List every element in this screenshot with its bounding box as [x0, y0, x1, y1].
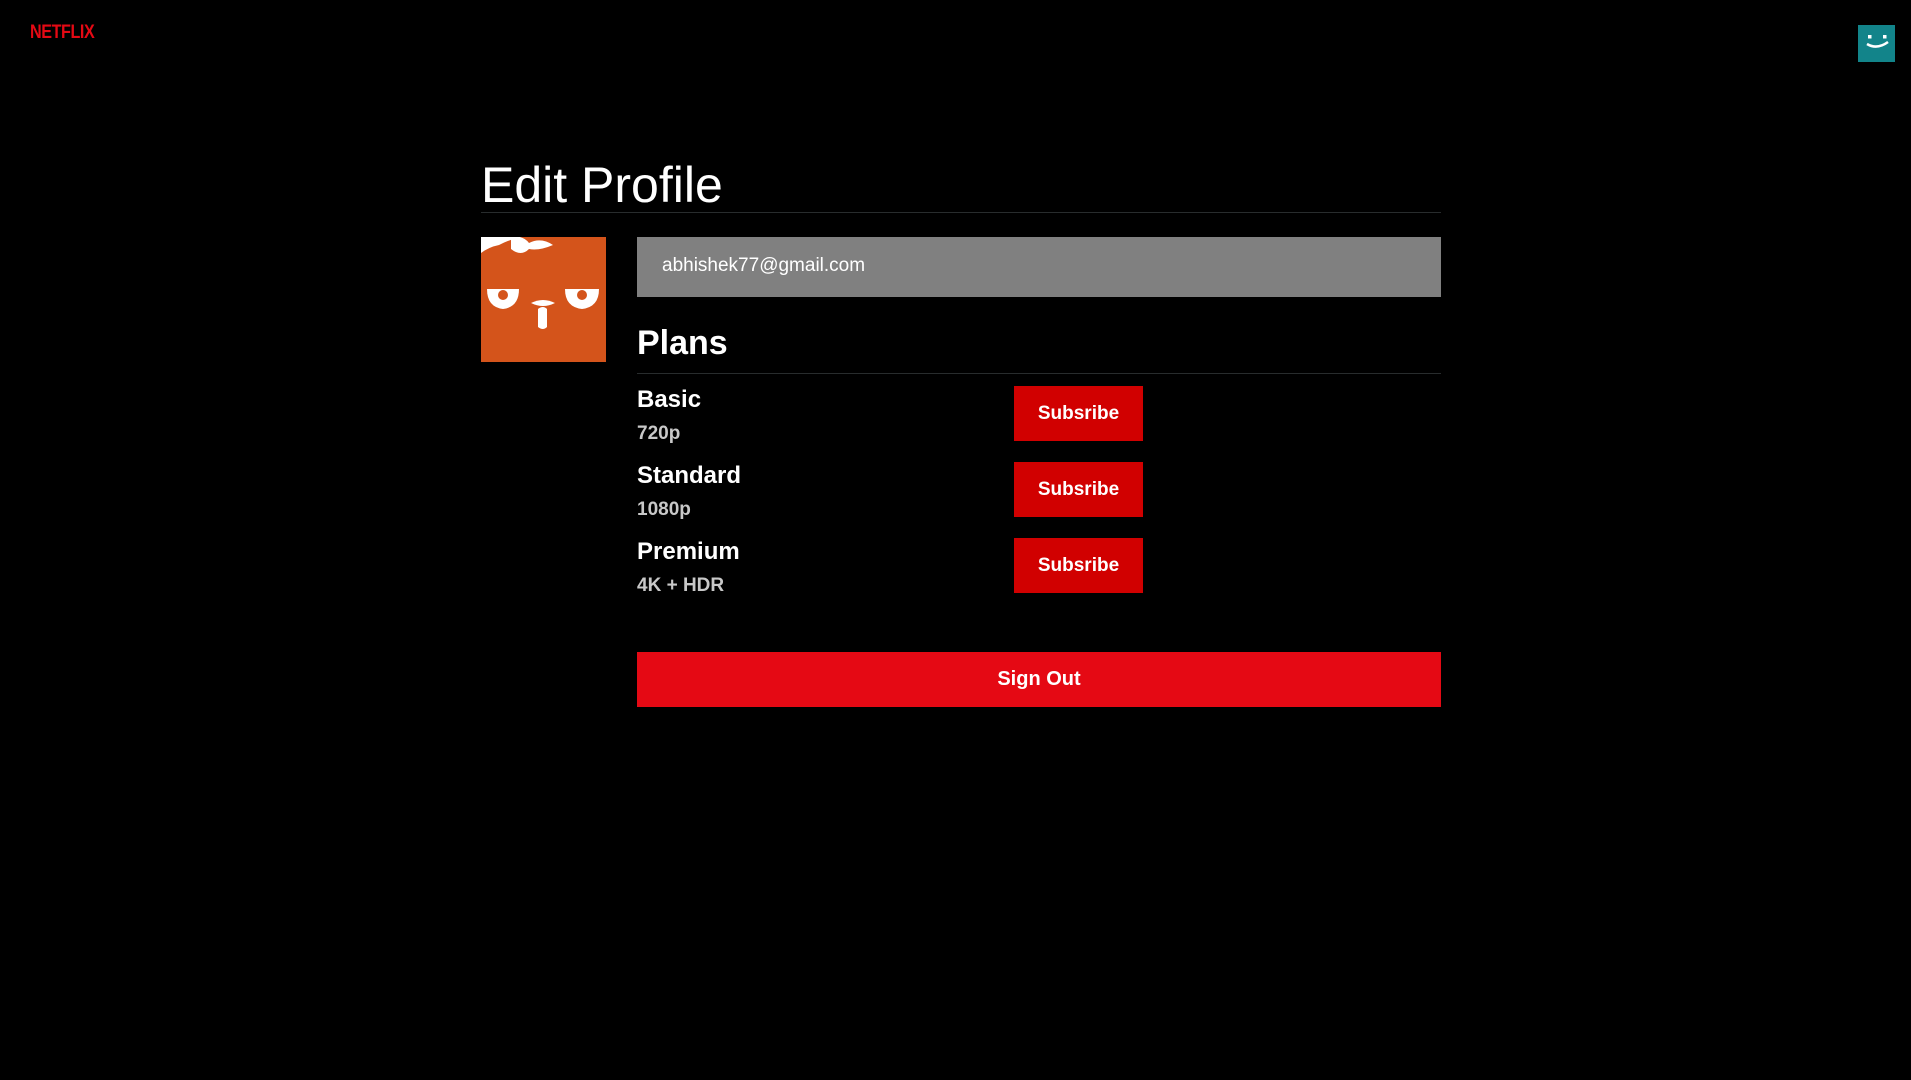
edit-profile-container: Edit Profile abhishek77@gmail.com Plans …: [481, 150, 1441, 707]
plan-name: Standard: [637, 462, 742, 489]
plans-heading: Plans: [637, 324, 728, 362]
plan-standard: Standard 1080p Subsribe: [637, 450, 1441, 526]
sign-out-button[interactable]: Sign Out: [637, 652, 1441, 707]
plan-premium: Premium 4K + HDR Subsribe: [637, 526, 1441, 602]
email-field: abhishek77@gmail.com: [637, 237, 1441, 297]
profile-body: abhishek77@gmail.com Plans Basic 720p Su…: [481, 236, 1441, 707]
plan-name: Basic: [637, 386, 702, 413]
plan-resolution: 1080p: [637, 499, 691, 520]
plan-name: Premium: [637, 538, 740, 565]
plan-resolution: 4K + HDR: [637, 575, 725, 596]
top-nav: NETFLIX: [0, 0, 1911, 80]
rooster-face-icon: [481, 236, 599, 329]
subscribe-standard-button[interactable]: Subsribe: [1014, 462, 1143, 517]
page-title: Edit Profile: [481, 157, 723, 213]
subscribe-premium-button[interactable]: Subsribe: [1014, 538, 1143, 593]
smiley-face-icon: [1866, 35, 1889, 48]
smiley-avatar-icon[interactable]: [1858, 25, 1895, 62]
profile-details: abhishek77@gmail.com Plans Basic 720p Su…: [637, 237, 1441, 707]
profile-avatar-icon: [481, 236, 606, 362]
subscribe-basic-button[interactable]: Subsribe: [1014, 386, 1143, 441]
netflix-logo[interactable]: NETFLIX: [30, 22, 95, 44]
plan-basic: Basic 720p Subsribe: [637, 374, 1441, 450]
plan-resolution: 720p: [637, 423, 681, 444]
